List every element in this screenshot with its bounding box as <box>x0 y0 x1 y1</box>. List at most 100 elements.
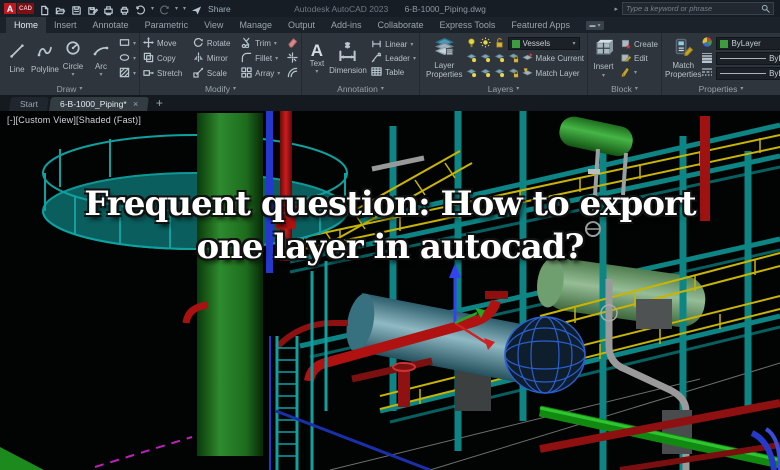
draw-panel-label[interactable]: Draw ▾ <box>0 82 139 95</box>
tab-start[interactable]: Start <box>9 97 49 111</box>
plot-icon[interactable] <box>103 3 114 16</box>
tab-featured-apps[interactable]: Featured Apps <box>503 17 578 33</box>
tab-output[interactable]: Output <box>280 17 323 33</box>
tab-annotate[interactable]: Annotate <box>85 17 137 33</box>
lineweight-dropdown[interactable]: ByLayer <box>716 52 780 65</box>
autocad-logo[interactable]: A CAD <box>4 3 34 14</box>
make-current-button[interactable]: Make Current <box>521 52 584 65</box>
tab-express-tools[interactable]: Express Tools <box>432 17 504 33</box>
properties-panel-label[interactable]: Properties ▾ <box>662 82 780 95</box>
arc-icon <box>93 40 109 61</box>
circle-icon <box>65 40 81 61</box>
headline-line-1: Frequent question: How to export <box>84 184 696 224</box>
layer-properties-button[interactable]: Layer Properties <box>423 37 466 80</box>
move-tool[interactable]: Move <box>143 36 193 50</box>
array-icon <box>241 65 252 83</box>
tab-collaborate[interactable]: Collaborate <box>370 17 432 33</box>
ellipse-tool[interactable]: ▾ <box>119 53 136 65</box>
save-icon[interactable] <box>71 3 82 15</box>
offset-tool[interactable] <box>287 67 298 80</box>
layer-lock-fade-icon[interactable] <box>508 65 519 83</box>
scale-icon <box>193 65 204 83</box>
layer-vpfreeze-icon[interactable] <box>480 65 491 83</box>
array-tool[interactable]: Array ▾ <box>241 65 283 83</box>
new-tab-button[interactable]: + <box>156 96 163 111</box>
layer-color-swatch <box>511 39 520 48</box>
block-panel-label[interactable]: Block ▾ <box>588 82 661 95</box>
green-column-vessel <box>197 113 263 456</box>
file-tab-bar: Start 6-B-1000_Piping* × + <box>0 95 780 111</box>
hatch-tool[interactable]: ▾ <box>119 65 136 83</box>
title-bar: A CAD ▾ ▾ ▾ Share Autodesk AutoCAD 2023 … <box>0 0 780 17</box>
qat-customize-caret[interactable]: ▾ <box>183 6 186 12</box>
open-file-icon[interactable] <box>55 3 66 15</box>
print-icon[interactable] <box>119 3 130 15</box>
undo-caret[interactable]: ▾ <box>151 6 154 12</box>
match-properties-icon <box>674 37 694 61</box>
stretch-icon <box>143 65 154 83</box>
tab-view[interactable]: View <box>196 17 231 33</box>
match-layer-button[interactable]: Match Layer <box>521 65 580 83</box>
table-tool[interactable]: Table <box>371 66 416 79</box>
explode-tool[interactable] <box>287 51 298 65</box>
polyline-tool[interactable]: Polyline <box>31 43 59 74</box>
save-as-icon[interactable] <box>87 3 99 15</box>
document-name: 6-B-1000_Piping.dwg <box>404 3 486 14</box>
mirror-tool[interactable]: Mirror <box>193 51 241 65</box>
redo-icon[interactable] <box>159 3 170 15</box>
model-viewport[interactable]: [-][Custom View][Shaded (Fast)] Frequent… <box>0 111 780 470</box>
line-icon <box>9 43 25 64</box>
workspace-switcher[interactable]: ▬ ▾ <box>585 21 604 30</box>
dimension-tool[interactable]: Dimension <box>329 41 367 76</box>
close-tab-icon[interactable]: × <box>133 99 138 109</box>
object-color-dropdown[interactable]: ByLayer ▾ <box>716 37 780 50</box>
hatch-icon <box>119 65 130 83</box>
help-search-box[interactable] <box>622 2 774 15</box>
linetype-dropdown[interactable]: ByLayer <box>716 67 780 80</box>
search-icon[interactable] <box>761 0 770 18</box>
annotation-panel-label[interactable]: Annotation ▾ <box>302 82 419 95</box>
insert-block-button[interactable]: Insert ▾ <box>591 38 616 79</box>
layer-merge-icon[interactable] <box>494 65 505 83</box>
tab-insert[interactable]: Insert <box>46 17 85 33</box>
search-expand-caret[interactable]: ▸ <box>614 5 618 13</box>
erase-tool[interactable] <box>287 37 298 50</box>
redo-caret[interactable]: ▾ <box>175 6 178 12</box>
rectangle-tool[interactable]: ▾ <box>119 38 136 50</box>
block-attributes-button[interactable]: ▾ <box>620 67 658 79</box>
share-icon[interactable] <box>191 3 202 15</box>
rotate-tool[interactable]: Rotate <box>193 37 241 50</box>
panel-modify: Move Copy Stretch Rotate Mirror Scale Tr… <box>140 33 302 95</box>
logo-a: A <box>4 3 16 14</box>
tab-add-ins[interactable]: Add-ins <box>323 17 370 33</box>
line-tool[interactable]: Line <box>3 43 31 74</box>
arc-tool[interactable]: Arc ▾ <box>87 40 115 78</box>
tab-parametric[interactable]: Parametric <box>137 17 197 33</box>
trim-tool[interactable]: Trim ▾ <box>241 37 283 50</box>
tab-manage[interactable]: Manage <box>231 17 280 33</box>
new-file-icon[interactable] <box>39 3 50 16</box>
scale-tool[interactable]: Scale <box>193 67 241 80</box>
headline-overlay: Frequent question: How to export one lay… <box>0 183 780 269</box>
match-properties-button[interactable]: Match Properties <box>665 37 701 80</box>
headline-line-2: one layer in autocad? <box>196 227 585 267</box>
tab-document[interactable]: 6-B-1000_Piping* × <box>48 97 149 111</box>
undo-icon[interactable] <box>135 3 146 15</box>
layers-panel-label[interactable]: Layers ▾ <box>420 82 587 95</box>
copy-tool[interactable]: Copy <box>143 52 193 65</box>
viewport-controls[interactable]: [-][Custom View][Shaded (Fast)] <box>7 115 141 125</box>
quick-access-toolbar: ▾ ▾ ▾ Share <box>39 3 231 16</box>
circle-tool[interactable]: Circle ▾ <box>59 40 87 78</box>
dimension-icon <box>338 41 357 66</box>
share-label[interactable]: Share <box>208 4 231 14</box>
search-input[interactable] <box>626 4 758 13</box>
bylayer-color-swatch <box>720 39 729 48</box>
layer-walk-icon[interactable] <box>466 65 477 83</box>
modify-panel-label[interactable]: Modify ▾ <box>140 82 301 95</box>
text-tool[interactable]: A Text ▾ <box>305 42 329 76</box>
layer-dropdown[interactable]: Vessels ▾ <box>507 37 580 50</box>
tab-home[interactable]: Home <box>6 17 47 33</box>
match-layer-icon <box>521 65 533 83</box>
fillet-tool[interactable]: Fillet ▾ <box>241 52 283 65</box>
stretch-tool[interactable]: Stretch <box>143 67 193 80</box>
